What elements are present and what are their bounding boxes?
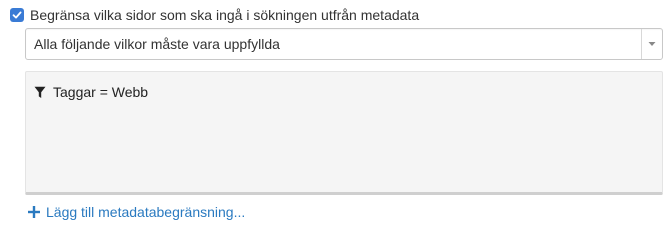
metadata-filter-list: Taggar = Webb <box>25 71 663 195</box>
metadata-restriction-checkbox[interactable] <box>10 8 24 22</box>
caret-down-icon <box>648 42 656 46</box>
filter-icon <box>34 85 46 99</box>
metadata-filter-item[interactable]: Taggar = Webb <box>34 84 148 100</box>
add-metadata-restriction-label: Lägg till metadatabegränsning... <box>46 204 246 220</box>
add-metadata-restriction-link[interactable]: Lägg till metadatabegränsning... <box>28 203 245 221</box>
condition-select-value: Alla följande vilkor måste vara uppfylld… <box>34 36 280 52</box>
metadata-filter-text: Taggar = Webb <box>53 84 149 100</box>
metadata-restriction-row: Begränsa vilka sidor som ska ingå i sökn… <box>10 6 419 24</box>
condition-select[interactable]: Alla följande vilkor måste vara uppfylld… <box>25 28 663 60</box>
plus-icon <box>28 206 40 218</box>
condition-select-toggle[interactable] <box>641 29 662 59</box>
checkmark-icon <box>12 11 22 19</box>
metadata-restriction-label[interactable]: Begränsa vilka sidor som ska ingå i sökn… <box>30 7 419 23</box>
